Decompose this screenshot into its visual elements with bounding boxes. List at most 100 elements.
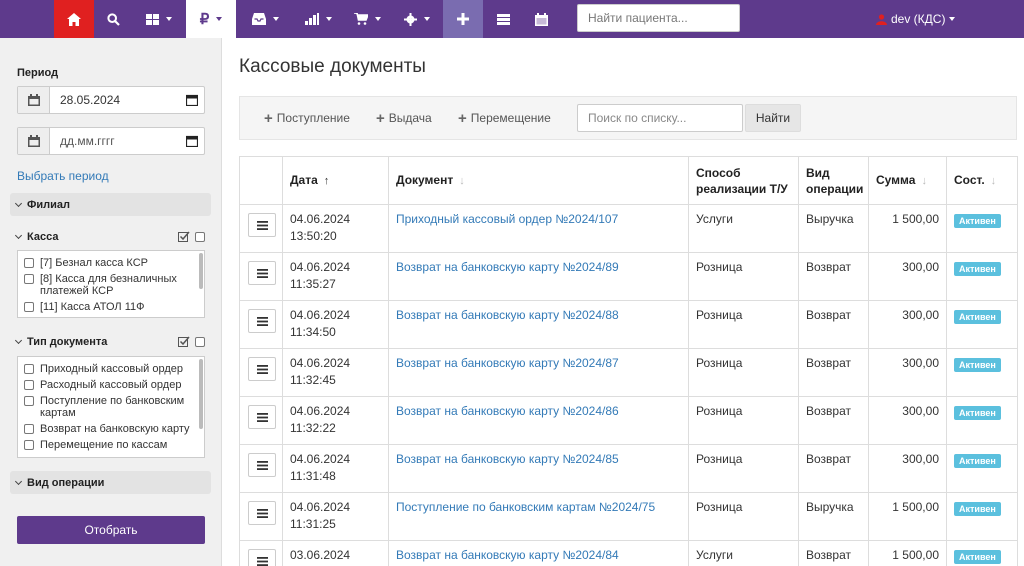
find-button[interactable]: Найти [745,104,801,132]
check-all-icon[interactable] [178,231,190,242]
nav-search[interactable] [98,0,128,38]
col-method[interactable]: Способ реализации Т/У [688,156,799,205]
cash-item[interactable]: [11] Касса АТОЛ 11Ф [18,299,204,315]
row-menu-button[interactable] [248,549,276,566]
nav-list[interactable] [488,0,518,38]
nav-settings[interactable] [396,0,438,38]
patient-search-input[interactable] [577,4,740,32]
table-row[interactable]: 04.06.2024 11:32:45 Возврат на банковскую … [239,348,1018,397]
row-menu-button[interactable] [248,309,276,333]
checkbox[interactable] [24,396,34,406]
nav-home[interactable] [54,0,94,38]
col-operation[interactable]: Вид операции [798,156,869,205]
date-from-field[interactable]: 28.05.2024 [17,86,205,114]
nav-finance[interactable]: ₽ [186,0,236,38]
chevron-down-icon [14,477,23,485]
scrollbar[interactable] [199,253,203,289]
choose-period-link[interactable]: Выбрать период [17,169,109,183]
check-all-icon[interactable] [178,336,190,347]
doc-type-item[interactable]: Перемещение по кассам [18,437,204,453]
apply-filter-button[interactable]: Отобрать [17,516,205,544]
row-menu-button[interactable] [248,405,276,429]
col-actions [239,156,283,205]
cell-date: 04.06.2024 11:34:50 [282,300,389,349]
row-menu-button[interactable] [248,213,276,237]
checkbox[interactable] [24,380,34,390]
chevron-down-icon [14,199,23,207]
cash-label: Касса [27,231,59,243]
plus-icon: + [264,109,273,127]
cell-document-link[interactable]: Приходный кассовый ордер №2024/107 [388,204,689,253]
checkbox[interactable] [24,440,34,450]
cash-item[interactable]: [7] Безнал касса КСР [18,255,204,271]
col-sum[interactable]: Сумма ↓ [868,156,947,205]
add-move-button[interactable]: + Перемещение [458,97,551,139]
list-search-input[interactable] [577,104,743,132]
cell-method: Розница [688,252,799,301]
cash-section[interactable]: Касса [10,227,211,247]
add-issue-button[interactable]: + Выдача [376,97,432,139]
cell-document-link[interactable]: Возврат на банковскую карту №2024/86 [388,396,689,445]
date-from-value[interactable]: 28.05.2024 [50,87,180,113]
row-menu-button[interactable] [248,453,276,477]
calendar-icon [534,12,548,26]
cell-document-link[interactable]: Возврат на банковскую карту №2024/85 [388,444,689,493]
table-row[interactable]: 04.06.2024 11:32:22 Возврат на банковскую … [239,396,1018,445]
period-label: Период [17,67,59,79]
date-picker-icon[interactable] [186,135,198,147]
checkbox[interactable] [24,302,34,312]
doc-type-section[interactable]: Тип документа [10,332,211,352]
cell-document-link[interactable]: Поступление по банковским картам №2024/7… [388,492,689,541]
cell-document-link[interactable]: Возврат на банковскую карту №2024/89 [388,252,689,301]
grid-icon [146,13,159,25]
row-menu-button[interactable] [248,357,276,381]
date-to-placeholder[interactable]: дд.мм.гггг [50,128,180,154]
checkbox[interactable] [24,424,34,434]
checkbox[interactable] [24,274,34,284]
doc-type-item[interactable]: Поступление по банковским картам [18,393,204,421]
nav-add[interactable] [443,0,483,38]
table-row[interactable]: 04.06.2024 11:34:50 Возврат на банковскую … [239,300,1018,349]
col-date[interactable]: Дата ↑ [282,156,389,205]
cash-item[interactable]: [8] Касса для безналичных платежей КСР [18,271,204,299]
table-row[interactable]: 04.06.2024 11:31:25 Поступление по банковс… [239,492,1018,541]
nav-grid[interactable] [138,0,180,38]
uncheck-all-checkbox[interactable] [195,231,205,242]
col-document[interactable]: Документ ↓ [388,156,689,205]
sort-icon: ↓ [459,175,465,187]
cell-document-link[interactable]: Возврат на банковскую карту №2024/87 [388,348,689,397]
date-to-field[interactable]: дд.мм.гггг [17,127,205,155]
nav-inbox[interactable] [244,0,286,38]
table-row[interactable]: 03.06.2024 Возврат на банковскую карту №2… [239,540,1018,566]
date-picker-icon[interactable] [186,94,198,106]
plus-icon [457,13,469,25]
checkbox[interactable] [24,258,34,268]
branch-section[interactable]: Филиал [10,193,211,216]
table-row[interactable]: 04.06.2024 11:31:48 Возврат на банковскую … [239,444,1018,493]
doc-type-item[interactable]: Расходный кассовый ордер [18,377,204,393]
user-menu[interactable]: dev (КДС) [876,0,956,38]
cell-date: 04.06.2024 11:32:45 [282,348,389,397]
row-menu-button[interactable] [248,501,276,525]
table-row[interactable]: 04.06.2024 11:35:27 Возврат на банковскую … [239,252,1018,301]
add-income-button[interactable]: + Поступление [264,97,350,139]
sort-icon: ↓ [990,175,997,187]
calendar-icon [27,94,40,106]
scrollbar[interactable] [199,359,203,429]
cell-document-link[interactable]: Возврат на банковскую карту №2024/84 [388,540,689,566]
row-menu-button[interactable] [248,261,276,285]
col-state[interactable]: Сост. ↓ [946,156,1018,205]
uncheck-all-checkbox[interactable] [195,336,205,347]
table-row[interactable]: 04.06.2024 13:50:20 Приходный кассовый орд… [239,204,1018,253]
doc-type-item[interactable]: Приходный кассовый ордер [18,361,204,377]
checkbox[interactable] [24,364,34,374]
nav-reports[interactable] [296,0,340,38]
cell-date: 03.06.2024 [282,540,389,566]
operation-section[interactable]: Вид операции [10,471,211,494]
nav-cart[interactable] [346,0,388,38]
cell-document-link[interactable]: Возврат на банковскую карту №2024/88 [388,300,689,349]
doc-type-item[interactable]: Возврат на банковскую карту [18,421,204,437]
nav-calendar[interactable] [526,0,556,38]
menu-icon [256,508,268,518]
list-icon [496,13,510,25]
